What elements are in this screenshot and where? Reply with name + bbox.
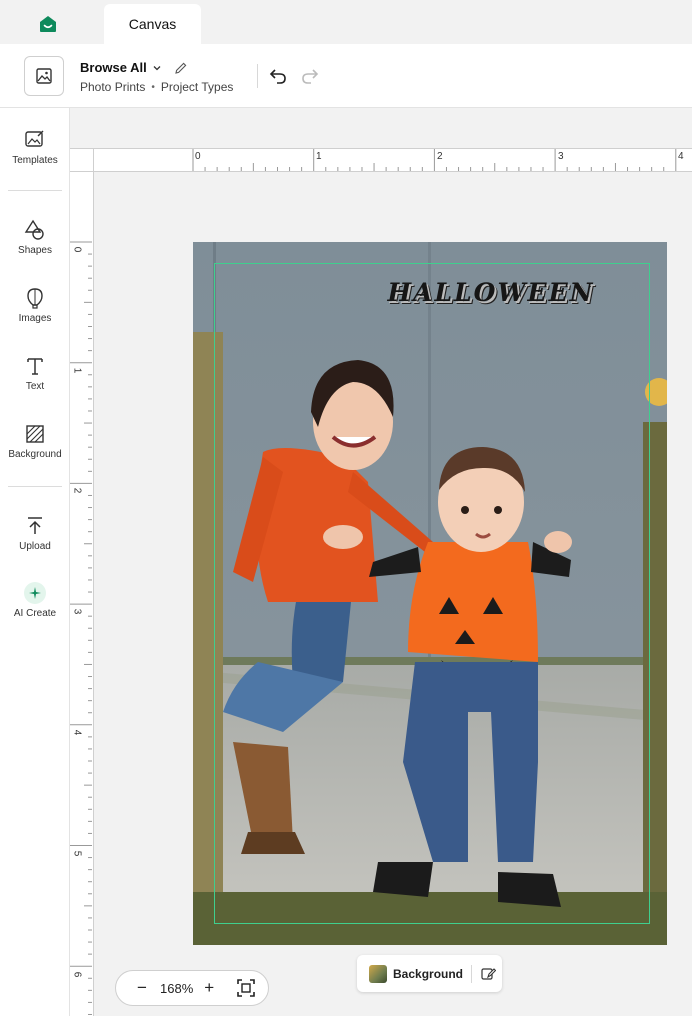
background-chip-label: Background (393, 966, 464, 981)
sidebar-item-label: Upload (19, 541, 51, 552)
sidebar-item-label: Shapes (18, 245, 52, 256)
sidebar-item-templates[interactable]: Templates (0, 128, 70, 166)
zoom-control: − 168% + (115, 970, 269, 1006)
undo-button[interactable] (266, 64, 290, 88)
zoom-level: 168% (160, 980, 194, 996)
redo-icon (302, 69, 319, 84)
background-icon (26, 425, 44, 443)
sidebar-item-ai-create[interactable]: AI Create (0, 581, 70, 619)
ruler-label: 0 (71, 246, 83, 253)
edit-background-icon[interactable] (480, 966, 497, 982)
sidebar-divider (8, 486, 62, 487)
chevron-down-icon (153, 65, 161, 70)
sidebar-item-shapes[interactable]: Shapes (0, 218, 70, 256)
image-icon (36, 68, 52, 84)
upload-icon (28, 517, 42, 534)
ruler-horizontal: 0 1 2 3 4 (94, 148, 692, 172)
images-icon (27, 288, 43, 309)
browse-all-dropdown[interactable]: Browse All (80, 60, 188, 75)
tab-label: Canvas (128, 16, 177, 32)
breadcrumb: Photo Prints • Project Types (80, 80, 233, 94)
ruler-vertical-ticks (70, 241, 92, 1015)
sidebar-item-background[interactable]: Background (0, 422, 70, 460)
project-thumbnail-button[interactable] (24, 56, 64, 96)
family-photo-image (193, 242, 667, 945)
sidebar-item-upload[interactable]: Upload (0, 514, 70, 552)
ruler-horizontal-ticks (192, 149, 677, 171)
toolbar-divider (257, 64, 258, 88)
breadcrumb-item[interactable]: Photo Prints (80, 80, 145, 94)
minus-icon: − (137, 978, 147, 997)
left-sidebar: Templates Shapes Images Text Background … (0, 108, 70, 1016)
ruler-label: 1 (71, 367, 83, 374)
redo-button[interactable] (298, 64, 322, 88)
text-icon (27, 358, 43, 375)
ruler-label: 6 (71, 971, 83, 978)
zoom-in-button[interactable]: + (197, 976, 221, 1000)
sidebar-item-images[interactable]: Images (0, 286, 70, 324)
canvas-photo[interactable] (193, 242, 667, 945)
ruler-label: 3 (558, 151, 564, 162)
breadcrumb-separator: • (151, 81, 155, 93)
sidebar-item-label: Text (25, 381, 45, 392)
ruler-label: 2 (437, 151, 443, 162)
fit-to-screen-button[interactable] (234, 976, 258, 1000)
sidebar-item-label: AI Create (13, 608, 57, 619)
ruler-corner (70, 148, 94, 172)
pencil-icon[interactable] (174, 61, 188, 75)
templates-icon (25, 130, 44, 147)
ruler-label: 5 (71, 850, 83, 857)
sidebar-item-label: Images (18, 313, 52, 324)
ruler-label: 4 (678, 151, 684, 162)
chip-divider (471, 964, 473, 983)
shapes-icon (24, 219, 44, 240)
fit-screen-icon (237, 979, 256, 997)
undo-icon (269, 69, 286, 84)
ruler-label: 4 (71, 729, 83, 736)
ruler-label: 3 (71, 608, 83, 615)
breadcrumb-item[interactable]: Project Types (161, 80, 233, 94)
ruler-label: 0 (195, 151, 201, 162)
home-icon (40, 16, 56, 32)
background-chip[interactable]: Background (357, 955, 502, 992)
ai-create-icon (24, 582, 46, 604)
halloween-text-layer[interactable]: HALLOWEEN (345, 278, 637, 307)
browse-all-label: Browse All (80, 60, 147, 75)
ruler-vertical: 0 1 2 3 4 5 6 (70, 172, 94, 1016)
plus-icon: + (204, 978, 215, 997)
sidebar-divider (8, 190, 62, 191)
tab-canvas[interactable]: Canvas (104, 4, 201, 44)
zoom-out-button[interactable]: − (130, 976, 154, 1000)
toolbar: Browse All Photo Prints • Project Types (0, 44, 692, 108)
background-thumbnail (369, 964, 387, 983)
sidebar-item-label: Background (8, 449, 62, 460)
top-bar: Canvas (0, 0, 692, 44)
sidebar-item-label: Templates (12, 155, 58, 166)
sidebar-item-text[interactable]: Text (0, 354, 70, 392)
ruler-label: 1 (316, 151, 322, 162)
home-button[interactable] (36, 12, 60, 36)
ruler-label: 2 (71, 487, 83, 494)
